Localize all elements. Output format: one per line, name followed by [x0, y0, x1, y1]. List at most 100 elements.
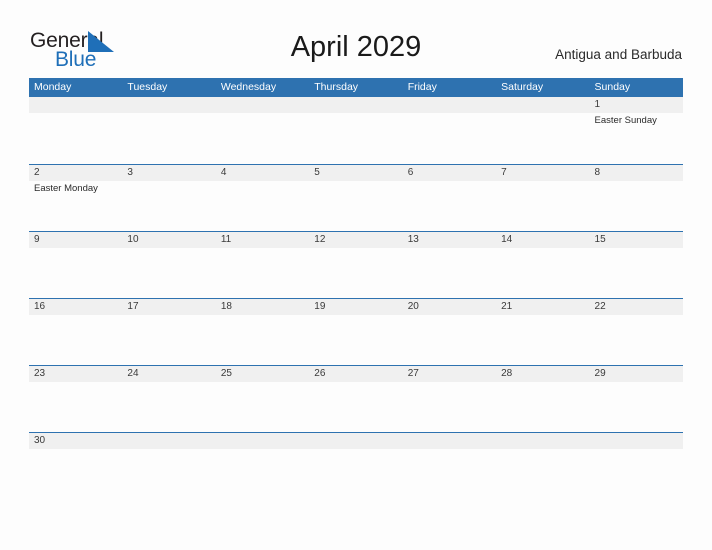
week-date-band: 16 17 18 19 20 21 22 — [29, 299, 683, 315]
day-number[interactable]: 18 — [216, 299, 309, 315]
week-row: 30 — [29, 432, 683, 500]
day-event — [403, 449, 496, 499]
day-event — [590, 382, 683, 432]
day-number[interactable]: 19 — [309, 299, 402, 315]
day-event: Easter Monday — [34, 183, 98, 194]
day-event — [496, 382, 589, 432]
day-event — [309, 449, 402, 499]
week-event-band — [29, 382, 683, 432]
day-number[interactable] — [496, 97, 589, 113]
day-number[interactable]: 17 — [122, 299, 215, 315]
day-number[interactable] — [403, 433, 496, 449]
day-event — [496, 315, 589, 365]
day-number[interactable] — [29, 97, 122, 113]
day-event — [216, 181, 309, 231]
day-event — [403, 113, 496, 163]
day-number[interactable]: 28 — [496, 366, 589, 382]
week-event-band — [29, 449, 683, 499]
day-event — [496, 113, 589, 163]
day-event — [216, 113, 309, 163]
day-event — [122, 113, 215, 163]
week-row: 1 Easter Sunday — [29, 97, 683, 164]
week-date-band: 9 10 11 12 13 14 15 — [29, 232, 683, 248]
day-event — [590, 181, 683, 231]
day-number[interactable]: 25 — [216, 366, 309, 382]
day-number[interactable] — [309, 433, 402, 449]
day-event — [29, 315, 122, 365]
day-event — [309, 248, 402, 298]
day-event — [29, 248, 122, 298]
day-event — [496, 181, 589, 231]
day-number[interactable]: 26 — [309, 366, 402, 382]
day-event — [403, 315, 496, 365]
day-event — [29, 113, 122, 163]
day-event — [309, 113, 402, 163]
weekday-friday: Friday — [407, 81, 437, 93]
weekday-thursday: Thursday — [314, 81, 359, 93]
calendar-table: Monday Tuesday Wednesday Thursday Friday… — [29, 78, 683, 500]
day-event — [122, 382, 215, 432]
day-event — [403, 181, 496, 231]
week-event-band — [29, 248, 683, 298]
week-date-band: 2 3 4 5 6 7 8 — [29, 165, 683, 181]
day-event — [29, 449, 122, 499]
day-event — [590, 248, 683, 298]
day-event — [122, 449, 215, 499]
day-number[interactable]: 30 — [29, 433, 122, 449]
weekday-sunday: Sunday — [594, 81, 631, 93]
page-header: General Blue April 2029 Antigua and Barb… — [0, 0, 712, 78]
day-number[interactable]: 24 — [122, 366, 215, 382]
day-number[interactable] — [216, 97, 309, 113]
day-event — [216, 315, 309, 365]
day-number[interactable] — [496, 433, 589, 449]
day-number[interactable]: 22 — [590, 299, 683, 315]
day-number[interactable]: 4 — [216, 165, 309, 181]
week-date-band: 30 — [29, 433, 683, 449]
day-event — [122, 248, 215, 298]
day-number[interactable]: 3 — [122, 165, 215, 181]
day-event — [216, 248, 309, 298]
day-event: Easter Sunday — [594, 115, 657, 126]
day-number[interactable]: 1 — [590, 97, 683, 113]
day-number[interactable]: 13 — [403, 232, 496, 248]
weekday-saturday: Saturday — [501, 81, 544, 93]
day-event — [590, 315, 683, 365]
day-event — [216, 449, 309, 499]
day-number[interactable]: 12 — [309, 232, 402, 248]
week-date-band: 1 — [29, 97, 683, 113]
day-number[interactable]: 10 — [122, 232, 215, 248]
day-number[interactable] — [309, 97, 402, 113]
day-number[interactable]: 6 — [403, 165, 496, 181]
day-number[interactable]: 11 — [216, 232, 309, 248]
day-number[interactable]: 20 — [403, 299, 496, 315]
day-number[interactable]: 14 — [496, 232, 589, 248]
day-number[interactable] — [403, 97, 496, 113]
day-event — [403, 382, 496, 432]
day-event — [216, 382, 309, 432]
day-event — [122, 181, 215, 231]
day-event — [122, 315, 215, 365]
day-number[interactable]: 5 — [309, 165, 402, 181]
weekday-header-row: Monday Tuesday Wednesday Thursday Friday… — [29, 78, 683, 97]
day-number[interactable]: 15 — [590, 232, 683, 248]
day-number[interactable]: 9 — [29, 232, 122, 248]
week-row: 23 24 25 26 27 28 29 — [29, 365, 683, 432]
weekday-monday: Monday — [34, 81, 72, 93]
day-number[interactable]: 23 — [29, 366, 122, 382]
day-number[interactable]: 21 — [496, 299, 589, 315]
day-event — [496, 248, 589, 298]
country-label: Antigua and Barbuda — [555, 47, 682, 62]
day-number[interactable] — [122, 433, 215, 449]
day-number[interactable]: 16 — [29, 299, 122, 315]
day-number[interactable] — [590, 433, 683, 449]
day-number[interactable]: 8 — [590, 165, 683, 181]
day-number[interactable]: 29 — [590, 366, 683, 382]
day-number[interactable]: 7 — [496, 165, 589, 181]
day-number[interactable]: 2 — [29, 165, 122, 181]
day-event — [309, 315, 402, 365]
day-event — [403, 248, 496, 298]
day-number[interactable] — [122, 97, 215, 113]
day-number[interactable]: 27 — [403, 366, 496, 382]
day-number[interactable] — [216, 433, 309, 449]
day-event — [309, 181, 402, 231]
